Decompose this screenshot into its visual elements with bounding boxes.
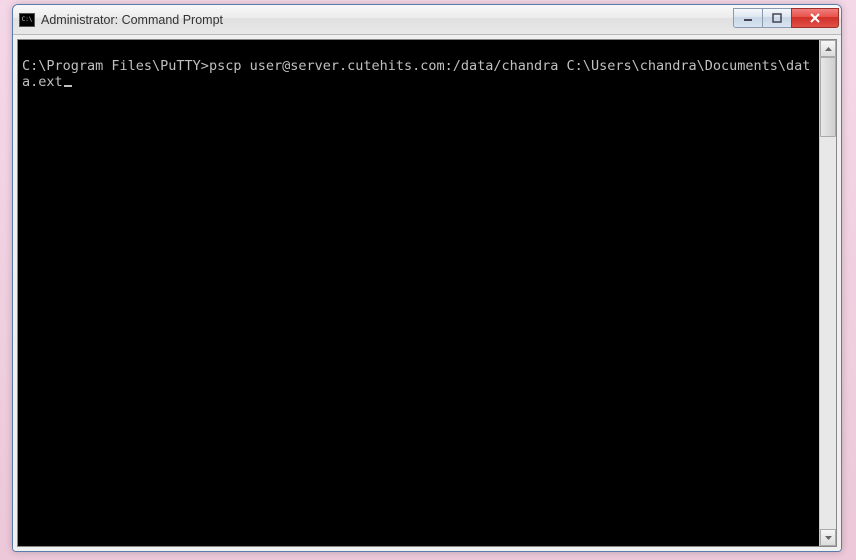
blank-line [22, 42, 815, 58]
console-wrap: C:\Program Files\PuTTY>pscp user@server.… [17, 39, 837, 547]
text-cursor [64, 85, 72, 87]
scrollbar-thumb[interactable] [820, 57, 836, 137]
app-icon [19, 13, 35, 27]
chevron-up-icon [825, 47, 832, 51]
scroll-down-button[interactable] [820, 529, 836, 546]
titlebar[interactable]: Administrator: Command Prompt [13, 5, 841, 35]
prompt-text: C:\Program Files\PuTTY> [22, 58, 209, 74]
maximize-button[interactable] [762, 8, 792, 28]
chevron-down-icon [825, 536, 832, 540]
close-icon [809, 13, 821, 23]
client-area: C:\Program Files\PuTTY>pscp user@server.… [13, 35, 841, 551]
close-button[interactable] [791, 8, 839, 28]
maximize-icon [772, 13, 782, 23]
window-controls [734, 8, 839, 28]
scrollbar-track[interactable] [820, 57, 836, 529]
console-output[interactable]: C:\Program Files\PuTTY>pscp user@server.… [18, 40, 819, 546]
scroll-up-button[interactable] [820, 40, 836, 57]
minimize-button[interactable] [733, 8, 763, 28]
window-title: Administrator: Command Prompt [41, 13, 734, 27]
minimize-icon [743, 13, 753, 23]
vertical-scrollbar[interactable] [819, 40, 836, 546]
command-prompt-window: Administrator: Command Prompt C:\Program… [12, 4, 842, 552]
